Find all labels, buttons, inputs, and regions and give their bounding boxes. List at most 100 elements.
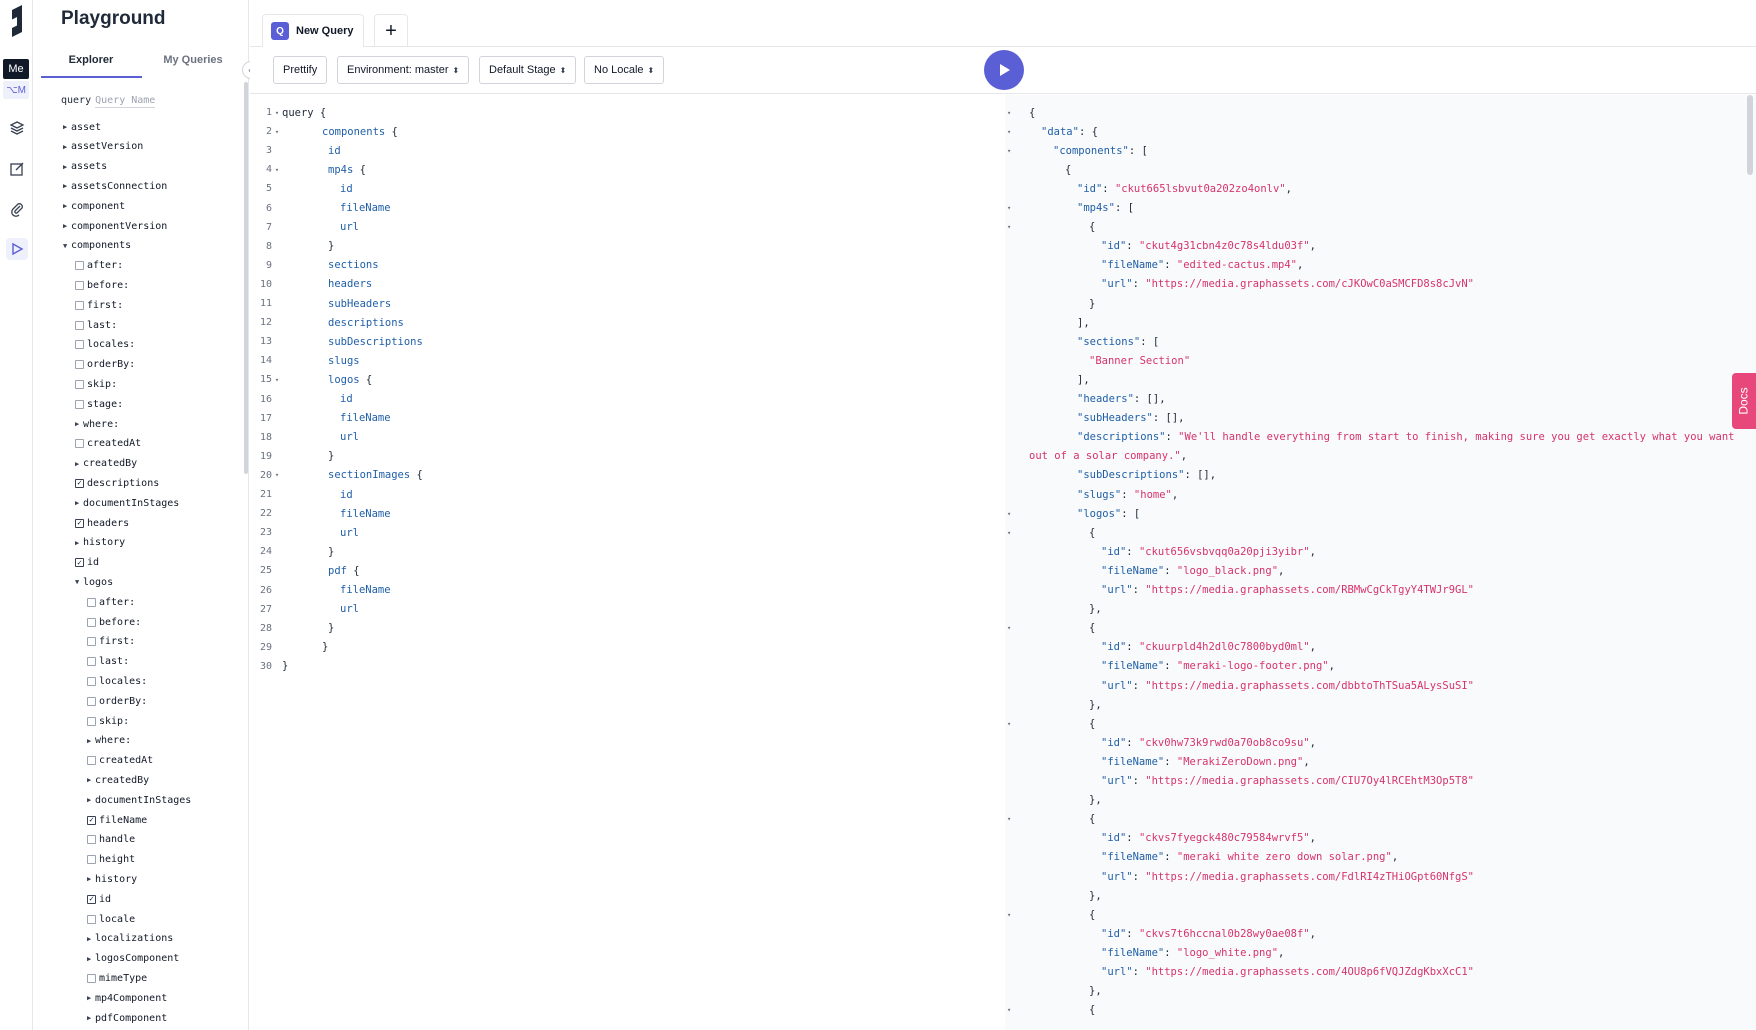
- tree-item[interactable]: handle: [87, 831, 135, 849]
- caret-right-icon[interactable]: ▶: [63, 202, 71, 210]
- tree-item[interactable]: ✓ id: [87, 890, 111, 908]
- edit-icon[interactable]: [6, 158, 28, 180]
- tree-item[interactable]: before:: [75, 276, 129, 294]
- checkbox[interactable]: [75, 399, 84, 409]
- checkbox[interactable]: [87, 914, 96, 924]
- playground-icon[interactable]: [6, 238, 28, 260]
- checkbox[interactable]: [87, 756, 96, 766]
- me-badge[interactable]: Me: [3, 59, 29, 79]
- tree-item[interactable]: ▼ components: [63, 237, 131, 255]
- caret-right-icon[interactable]: ▶: [87, 955, 95, 963]
- fold-icon[interactable]: ▾: [1007, 529, 1015, 537]
- prettify-button[interactable]: Prettify: [273, 56, 328, 84]
- tree-item[interactable]: ▶ assetsConnection: [63, 177, 167, 195]
- caret-right-icon[interactable]: ▶: [87, 994, 95, 1002]
- tree-item[interactable]: ▶ component: [63, 197, 125, 215]
- caret-right-icon[interactable]: ▶: [87, 776, 95, 784]
- checkbox[interactable]: [75, 439, 84, 449]
- caret-right-icon[interactable]: ▶: [87, 935, 95, 943]
- caret-right-icon[interactable]: ▶: [87, 796, 95, 804]
- fold-icon[interactable]: ▾: [1007, 147, 1015, 155]
- tree-item[interactable]: ▶ history: [75, 534, 125, 552]
- tree-item[interactable]: skip:: [75, 375, 117, 393]
- tree-item[interactable]: ▶ where:: [75, 415, 119, 433]
- caret-right-icon[interactable]: ▶: [63, 222, 71, 230]
- caret-right-icon[interactable]: ▶: [75, 460, 83, 468]
- layers-icon[interactable]: [6, 117, 28, 139]
- tree-item[interactable]: after:: [87, 593, 135, 611]
- checkbox[interactable]: [87, 597, 96, 607]
- checkbox-checked[interactable]: ✓: [75, 518, 84, 528]
- caret-right-icon[interactable]: ▶: [87, 737, 95, 745]
- tree-item[interactable]: stage:: [75, 395, 123, 413]
- checkbox[interactable]: [75, 300, 84, 310]
- tree-item[interactable]: createdAt: [87, 752, 153, 770]
- query-name-input[interactable]: Query Name: [95, 95, 156, 108]
- tree-item[interactable]: locales:: [75, 336, 135, 354]
- checkbox[interactable]: [87, 973, 96, 983]
- caret-right-icon[interactable]: ▶: [63, 182, 71, 190]
- caret-right-icon[interactable]: ▶: [87, 875, 95, 883]
- branch-badge[interactable]: ⌥M: [3, 81, 29, 99]
- hygraph-logo-icon[interactable]: [6, 4, 28, 38]
- tab-new-query[interactable]: Q New Query: [262, 14, 364, 47]
- caret-right-icon[interactable]: ▶: [63, 123, 71, 131]
- tree-item[interactable]: last:: [75, 316, 117, 334]
- query-editor[interactable]: 1 ▾ query {2 ▾ components {3 id 4 ▾ mp4s {5 id 6 fi…: [250, 95, 1005, 1030]
- tree-item[interactable]: ▶ where:: [87, 732, 131, 750]
- tree-item[interactable]: ✓ id: [75, 554, 99, 572]
- fold-icon[interactable]: ▾: [1007, 720, 1015, 728]
- checkbox[interactable]: [75, 280, 84, 290]
- tree-item[interactable]: ▶ assets: [63, 158, 107, 176]
- tree-item[interactable]: skip:: [87, 712, 129, 730]
- checkbox[interactable]: [87, 696, 96, 706]
- checkbox[interactable]: [75, 340, 84, 350]
- tree-item[interactable]: ▶ mp4Component: [87, 989, 167, 1007]
- fold-icon[interactable]: ▾: [272, 166, 282, 174]
- fold-icon[interactable]: ▾: [1007, 109, 1015, 117]
- fold-icon[interactable]: ▾: [1007, 1006, 1015, 1014]
- tree-item[interactable]: ▶ pdfComponent: [87, 1009, 167, 1027]
- fold-icon[interactable]: ▾: [272, 471, 282, 479]
- explorer-scrollbar[interactable]: [244, 82, 248, 474]
- tree-item[interactable]: locale: [87, 910, 135, 928]
- fold-icon[interactable]: ▾: [1007, 510, 1015, 518]
- tree-item[interactable]: ▶ localizations: [87, 930, 173, 948]
- checkbox[interactable]: [87, 716, 96, 726]
- tree-item[interactable]: ▶ logosComponent: [87, 950, 179, 968]
- tree-item[interactable]: ✓ headers: [75, 514, 129, 532]
- fold-icon[interactable]: ▾: [1007, 128, 1015, 136]
- checkbox[interactable]: [75, 261, 84, 271]
- fold-icon[interactable]: ▾: [1007, 911, 1015, 919]
- fold-icon[interactable]: ▾: [272, 109, 282, 117]
- tree-item[interactable]: ▶ history: [87, 870, 137, 888]
- checkbox[interactable]: [87, 855, 96, 865]
- caret-right-icon[interactable]: ▶: [75, 539, 83, 547]
- tree-item[interactable]: createdAt: [75, 435, 141, 453]
- tree-item[interactable]: ▶ documentInStages: [87, 791, 191, 809]
- caret-right-icon[interactable]: ▶: [63, 163, 71, 171]
- checkbox-checked[interactable]: ✓: [87, 894, 96, 904]
- checkbox[interactable]: [75, 360, 84, 370]
- locale-select[interactable]: No Locale ⬍: [584, 56, 665, 84]
- tree-item[interactable]: ▶ asset: [63, 118, 101, 136]
- fold-icon[interactable]: ▾: [1007, 204, 1015, 212]
- fold-icon[interactable]: ▾: [272, 376, 282, 384]
- fold-icon[interactable]: ▾: [1007, 624, 1015, 632]
- checkbox[interactable]: [75, 320, 84, 330]
- checkbox[interactable]: [87, 835, 96, 845]
- tree-item[interactable]: before:: [87, 613, 141, 631]
- caret-right-icon[interactable]: ▶: [75, 420, 83, 428]
- checkbox[interactable]: [75, 379, 84, 389]
- checkbox[interactable]: [87, 676, 96, 686]
- tab-my-queries[interactable]: My Queries: [143, 54, 243, 66]
- caret-right-icon[interactable]: ▶: [63, 143, 71, 151]
- tree-item[interactable]: orderBy:: [87, 692, 147, 710]
- tree-item[interactable]: after:: [75, 257, 123, 275]
- docs-button[interactable]: Docs: [1732, 373, 1756, 429]
- caret-right-icon[interactable]: ▶: [75, 499, 83, 507]
- add-tab-button[interactable]: +: [374, 14, 408, 47]
- tree-item[interactable]: ✓ fileName: [87, 811, 147, 829]
- checkbox-checked[interactable]: ✓: [87, 815, 96, 825]
- checkbox[interactable]: [87, 657, 96, 667]
